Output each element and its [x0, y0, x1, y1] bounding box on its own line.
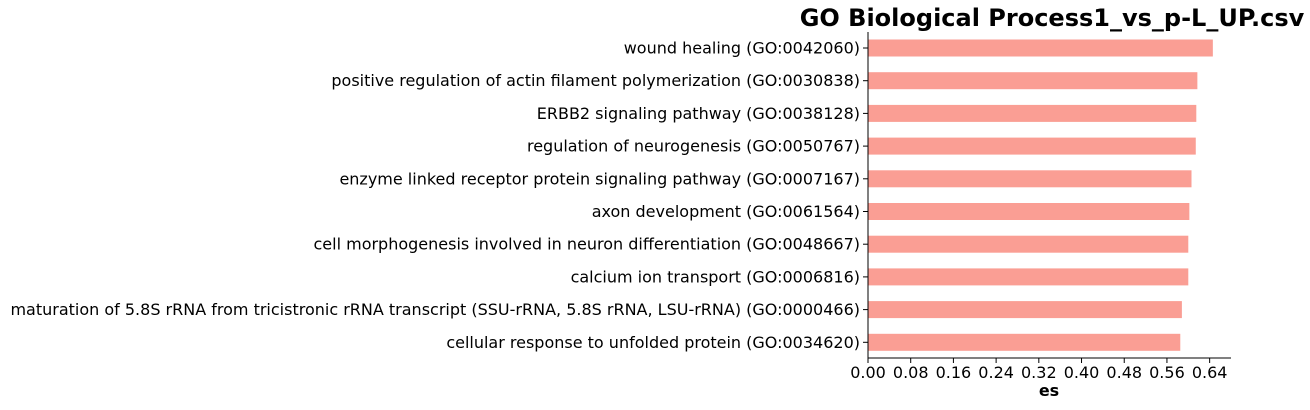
bar-chart: GO Biological Process1_vs_p-L_UP.csv wou…: [10, 4, 1305, 400]
y-tick-label: positive regulation of actin filament po…: [331, 71, 860, 90]
y-tick-label: wound healing (GO:0042060): [624, 39, 860, 58]
y-tick-label: cell morphogenesis involved in neuron di…: [313, 235, 860, 254]
bar: [868, 104, 1197, 122]
x-tick-label: 0.40: [1064, 363, 1100, 382]
x-tick-label: 0.16: [936, 363, 972, 382]
bar: [868, 137, 1196, 155]
bar: [868, 170, 1192, 188]
x-tick-label: 0.48: [1106, 363, 1142, 382]
y-tick-label: regulation of neurogenesis (GO:0050767): [527, 137, 860, 156]
category-labels-group: wound healing (GO:0042060) positive regul…: [10, 39, 868, 352]
bar: [868, 235, 1189, 253]
x-ticks-group: 0.00 0.08 0.16 0.24 0.32 0.40 0.48 0.56 0.64: [850, 358, 1227, 382]
bar: [868, 268, 1189, 286]
x-axis-label: es: [1039, 381, 1059, 400]
y-tick-label: maturation of 5.8S rRNA from tricistroni…: [10, 300, 860, 319]
x-tick-label: 0.56: [1149, 363, 1185, 382]
bar: [868, 333, 1181, 351]
bars-group: [868, 39, 1213, 351]
x-tick-label: 0.24: [978, 363, 1014, 382]
y-tick-label: enzyme linked receptor protein signaling…: [339, 169, 860, 188]
bar: [868, 39, 1213, 57]
x-tick-label: 0.08: [893, 363, 929, 382]
y-tick-label: axon development (GO:0061564): [592, 202, 860, 221]
bar: [868, 301, 1182, 319]
y-tick-label: calcium ion transport (GO:0006816): [571, 267, 860, 286]
bar: [868, 72, 1198, 90]
y-tick-label: cellular response to unfolded protein (G…: [446, 333, 860, 352]
chart-container: GO Biological Process1_vs_p-L_UP.csv wou…: [0, 0, 1310, 406]
y-tick-label: ERBB2 signaling pathway (GO:0038128): [537, 104, 860, 123]
x-tick-label: 0.32: [1021, 363, 1057, 382]
bar: [868, 203, 1190, 220]
chart-title: GO Biological Process1_vs_p-L_UP.csv: [800, 4, 1305, 32]
x-tick-label: 0.00: [850, 363, 886, 382]
x-tick-label: 0.64: [1192, 363, 1228, 382]
